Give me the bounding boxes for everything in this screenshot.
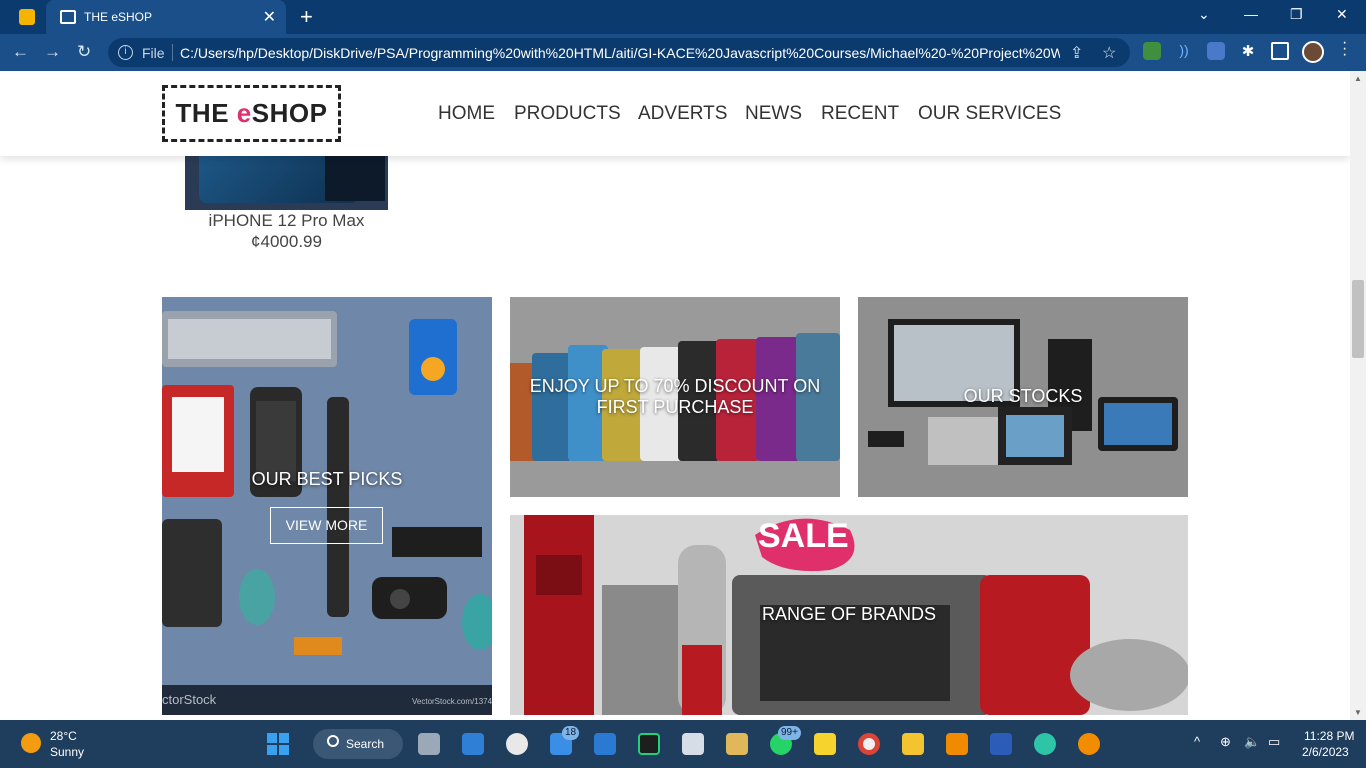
browser-toolbar: ← → ↻ i File C:/Users/hp/Desktop/DiskDri…: [0, 34, 1366, 71]
scroll-thumb[interactable]: [1352, 280, 1364, 358]
extension-globe-icon[interactable]: [1143, 42, 1161, 60]
profile-avatar[interactable]: [1302, 41, 1324, 63]
logo-suffix: SHOP: [251, 98, 328, 128]
forward-icon[interactable]: →: [44, 42, 61, 62]
restore-icon[interactable]: ❐: [1290, 6, 1303, 23]
windows-start-icon[interactable]: [267, 733, 289, 755]
tab-search-icon[interactable]: ⌄: [1198, 6, 1210, 23]
reload-icon[interactable]: ↻: [77, 42, 91, 62]
view-more-button[interactable]: VIEW MORE: [270, 507, 383, 544]
page-viewport: THE eSHOP HOME PRODUCTS ADVERTS NEWS REC…: [0, 71, 1350, 720]
logo-prefix: THE: [175, 98, 237, 128]
word-icon[interactable]: [990, 733, 1012, 755]
search-label: Search: [346, 737, 385, 751]
site-header: THE eSHOP HOME PRODUCTS ADVERTS NEWS REC…: [0, 71, 1350, 156]
stocks-label: OUR STOCKS: [963, 386, 1083, 406]
pycharm-icon[interactable]: [638, 733, 660, 755]
volume-icon[interactable]: 🔈: [1244, 734, 1260, 750]
weather-description[interactable]: Sunny: [50, 745, 84, 759]
extension-audio-icon[interactable]: )): [1175, 42, 1193, 60]
store-icon[interactable]: [462, 733, 484, 755]
browser-menu-icon[interactable]: · · ·: [1342, 35, 1347, 63]
search-magnifier-app-icon[interactable]: [1078, 733, 1100, 755]
extension-translate-icon[interactable]: [1207, 42, 1225, 60]
scroll-up-icon[interactable]: ▲: [1354, 74, 1362, 83]
best-picks-label: OUR BEST PICKS: [251, 469, 403, 489]
clock-date[interactable]: 2/6/2023: [1302, 745, 1349, 759]
tab-group-icon[interactable]: [19, 9, 35, 25]
nav-news[interactable]: NEWS: [745, 103, 802, 125]
close-window-icon[interactable]: ✕: [1336, 6, 1348, 23]
task-view-icon[interactable]: [418, 733, 440, 755]
card-discount[interactable]: ENJOY UP TO 70% DISCOUNT ON FIRST PURCHA…: [510, 297, 840, 497]
edge-icon[interactable]: [1034, 733, 1056, 755]
file-scheme-label: File: [142, 45, 165, 61]
info-icon[interactable]: i: [118, 45, 133, 60]
chrome-icon[interactable]: [858, 733, 880, 755]
language-globe-icon[interactable]: ⊕: [1220, 734, 1231, 750]
tray-chevron-icon[interactable]: ^: [1194, 734, 1200, 749]
url-divider: [172, 44, 173, 61]
word-doc-icon[interactable]: [726, 733, 748, 755]
extensions-puzzle-icon[interactable]: ✱: [1239, 42, 1257, 60]
card-best-picks[interactable]: OUR BEST PICKS VIEW MORE ctorStock Vecto…: [162, 297, 492, 715]
weather-temperature[interactable]: 28°C: [50, 729, 77, 743]
vlc-icon[interactable]: [946, 733, 968, 755]
watermark-left: ctorStock: [162, 692, 217, 707]
url-text[interactable]: C:/Users/hp/Desktop/DiskDrive/PSA/Progra…: [180, 45, 1060, 61]
cart-favicon-icon: [60, 10, 76, 24]
product-price: ¢4000.99: [251, 232, 322, 251]
nav-home[interactable]: HOME: [438, 103, 495, 125]
phone-box-illustration: [325, 151, 385, 201]
vscode-icon[interactable]: [594, 733, 616, 755]
whatsapp-badge: 99+: [778, 726, 801, 740]
nav-recent[interactable]: RECENT: [821, 103, 899, 125]
taskbar-search-button[interactable]: Search: [313, 729, 403, 759]
minimize-icon[interactable]: —: [1244, 6, 1258, 22]
scroll-down-icon[interactable]: ▼: [1354, 708, 1362, 717]
media-player-icon[interactable]: [682, 733, 704, 755]
bookmark-star-icon[interactable]: ☆: [1102, 43, 1116, 63]
product-name[interactable]: iPHONE 12 Pro Max: [185, 211, 388, 231]
sticky-notes-icon[interactable]: [814, 733, 836, 755]
back-icon[interactable]: ←: [12, 42, 29, 62]
browser-tab-strip: THE eSHOP ✕ + ⌄ — ❐ ✕: [0, 0, 1366, 34]
search-icon: [327, 735, 339, 747]
file-explorer-icon[interactable]: [902, 733, 924, 755]
side-panel-icon[interactable]: [1271, 42, 1289, 60]
watermark-right: VectorStock.com/1374: [412, 697, 492, 706]
site-logo[interactable]: THE eSHOP: [162, 85, 341, 142]
clock-app-icon[interactable]: [506, 733, 528, 755]
card-stocks[interactable]: OUR STOCKS: [858, 297, 1188, 497]
address-bar[interactable]: i File C:/Users/hp/Desktop/DiskDrive/PSA…: [108, 38, 1130, 67]
card-brands[interactable]: SALE RANGE OF BRANDS: [510, 515, 1188, 715]
windows-taskbar: 28°C Sunny Search 18 99+ ^ ⊕ 🔈 ▭ 11:28 P…: [0, 720, 1366, 768]
sun-weather-icon[interactable]: [21, 733, 41, 753]
new-tab-button[interactable]: +: [300, 4, 313, 30]
nav-adverts[interactable]: ADVERTS: [638, 103, 727, 125]
mail-badge: 18: [562, 726, 580, 740]
brands-label: RANGE OF BRANDS: [761, 604, 937, 624]
tab-eshop[interactable]: THE eSHOP ✕: [46, 0, 286, 34]
nav-products[interactable]: PRODUCTS: [514, 103, 621, 125]
battery-icon[interactable]: ▭: [1268, 734, 1280, 750]
tab-title: THE eSHOP: [84, 10, 153, 24]
page-scrollbar[interactable]: ▲ ▼: [1350, 71, 1366, 720]
discount-label: ENJOY UP TO 70% DISCOUNT ON FIRST PURCHA…: [529, 376, 821, 417]
sale-text: SALE: [758, 517, 849, 555]
clock-time[interactable]: 11:28 PM: [1304, 729, 1354, 743]
gadgets-illustration: [162, 311, 492, 715]
logo-e: e: [236, 98, 252, 128]
share-icon[interactable]: ⇪: [1070, 43, 1083, 63]
close-tab-icon[interactable]: ✕: [263, 7, 276, 27]
nav-our-services[interactable]: OUR SERVICES: [918, 103, 1061, 125]
